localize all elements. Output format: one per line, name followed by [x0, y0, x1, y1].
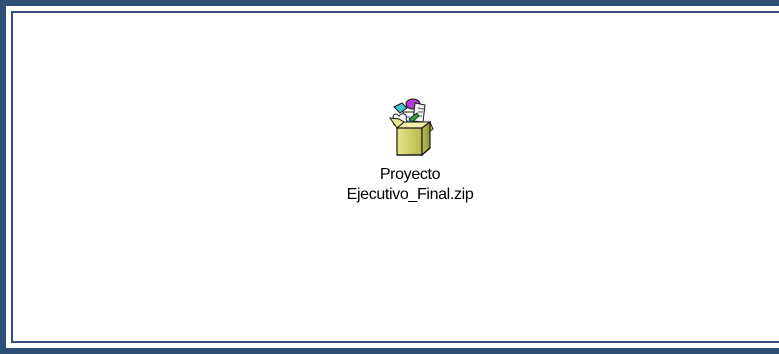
file-name-label: Proyecto Ejecutivo_Final.zip: [346, 166, 474, 203]
zip-archive-icon: [388, 98, 434, 157]
zip-file-item[interactable]: Proyecto Ejecutivo_Final.zip: [319, 94, 501, 205]
